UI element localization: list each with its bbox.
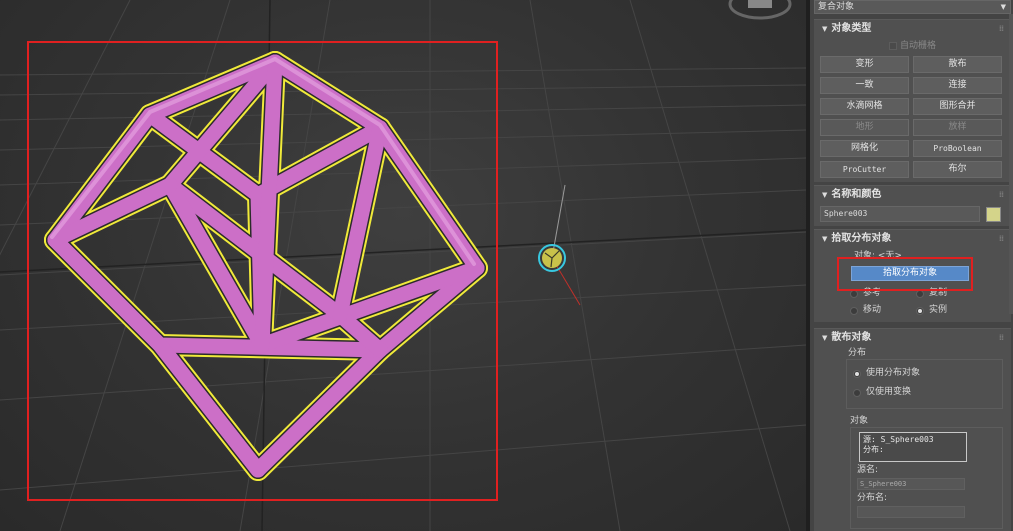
radio-icon (850, 306, 858, 315)
object-type-rollout: ▼ 对象类型 ⁞⁞ 自动栅格 变形 散布 一致 连接 水滴网格 图形合并 地形 放样 网格化 Pro… (814, 19, 1011, 182)
auto-grid-checkbox[interactable]: 自动栅格 (814, 38, 1011, 54)
object-type-button[interactable]: 变形 (820, 56, 909, 73)
object-type-button[interactable]: ProCutter (820, 161, 909, 178)
perspective-viewport[interactable] (0, 0, 806, 531)
object-type-button[interactable]: 连接 (913, 77, 1002, 94)
chevron-down-icon: ▼ (1000, 3, 1006, 11)
scatter-objects-rollout: ▼ 散布对象 ⁞⁞ 分布 使用分布对象 仅使用变换 对象 源: S_Sphere00… (814, 328, 1011, 531)
radio-label: 移动 (863, 305, 882, 315)
rollout-grip-icon: ⁞⁞ (998, 234, 1004, 243)
category-dropdown-value: 复合对象 (818, 2, 855, 12)
source-name-label: 源名: (857, 465, 879, 475)
radio-label: 使用分布对象 (866, 368, 921, 378)
objects-group-title: 对象 (850, 416, 869, 426)
pick-mode-radio[interactable]: 实例 (916, 303, 982, 318)
object-type-header[interactable]: ▼ 对象类型 ⁞⁞ (814, 20, 1011, 38)
name-color-header[interactable]: ▼ 名称和颜色 ⁞⁞ (814, 186, 1011, 204)
object-type-button[interactable]: 水滴网格 (820, 98, 909, 115)
collapse-triangle-icon: ▼ (822, 334, 828, 342)
name-color-rollout: ▼ 名称和颜色 ⁞⁞ Sphere003 (814, 185, 1011, 226)
object-type-buttons: 变形 散布 一致 连接 水滴网格 图形合并 地形 放样 网格化 ProBoolean ProCutt… (814, 54, 1011, 182)
object-type-button[interactable]: 布尔 (913, 161, 1002, 178)
auto-grid-label: 自动栅格 (899, 41, 936, 51)
source-list[interactable]: 源: S_Sphere003 分布: (859, 432, 967, 462)
viewport-highlight-box (27, 41, 498, 501)
scatter-objects-header[interactable]: ▼ 散布对象 ⁞⁞ (814, 329, 1011, 347)
distribution-name-label: 分布名: (857, 493, 888, 503)
object-type-button[interactable]: 放样 (913, 119, 1002, 136)
rollout-grip-icon: ⁞⁞ (998, 333, 1004, 342)
radio-label: 仅使用变换 (866, 387, 912, 397)
object-type-button[interactable]: ProBoolean (913, 140, 1002, 157)
objects-group: 源: S_Sphere003 分布: 源名: S_Sphere003 分布名: (850, 427, 1003, 529)
category-dropdown[interactable]: 复合对象 ▼ (814, 0, 1011, 14)
distribution-radio[interactable]: 仅使用变换 (853, 383, 1002, 402)
radio-icon (916, 306, 924, 315)
object-type-button[interactable]: 地形 (820, 119, 909, 136)
source-name-field[interactable]: S_Sphere003 (857, 478, 965, 490)
radio-icon (853, 388, 861, 397)
rollout-grip-icon: ⁞⁞ (998, 190, 1004, 199)
distribution-group: 使用分布对象 仅使用变换 (846, 359, 1003, 409)
distribution-radio[interactable]: 使用分布对象 (853, 364, 1002, 383)
rollout-grip-icon: ⁞⁞ (998, 24, 1004, 33)
source-line: 源: S_Sphere003 (863, 435, 934, 444)
collapse-triangle-icon: ▼ (822, 235, 828, 243)
distribution-radios: 使用分布对象 仅使用变换 (853, 364, 1002, 402)
object-type-button[interactable]: 一致 (820, 77, 909, 94)
object-type-title: 对象类型 (831, 23, 872, 34)
object-type-button[interactable]: 网格化 (820, 140, 909, 157)
pick-mode-radio[interactable]: 移动 (850, 303, 916, 318)
collapse-triangle-icon: ▼ (822, 25, 828, 33)
name-color-title: 名称和颜色 (831, 189, 882, 200)
distribution-line: 分布: (863, 445, 884, 454)
pick-button-highlight-box (837, 257, 973, 291)
panel-scrollbar[interactable] (1009, 14, 1013, 314)
viewcube[interactable] (728, 0, 792, 20)
pick-distribution-title: 拾取分布对象 (831, 233, 892, 244)
pick-distribution-header[interactable]: ▼ 拾取分布对象 ⁞⁞ (814, 230, 1011, 248)
distribution-name-field[interactable] (857, 506, 965, 518)
object-name-field[interactable]: Sphere003 (820, 206, 980, 222)
collapse-triangle-icon: ▼ (822, 191, 828, 199)
object-type-button[interactable]: 散布 (913, 56, 1002, 73)
radio-label: 实例 (929, 305, 948, 315)
distribution-group-title: 分布 (848, 348, 867, 358)
checkbox-icon (888, 41, 897, 50)
command-panel: 复合对象 ▼ ▼ 对象类型 ⁞⁞ 自动栅格 变形 散布 一致 连接 水滴网格 图形合并 地形放… (810, 0, 1013, 531)
scatter-objects-title: 散布对象 (831, 332, 872, 343)
object-type-button[interactable]: 图形合并 (913, 98, 1002, 115)
radio-icon (853, 369, 861, 378)
object-color-swatch[interactable] (986, 206, 1001, 222)
